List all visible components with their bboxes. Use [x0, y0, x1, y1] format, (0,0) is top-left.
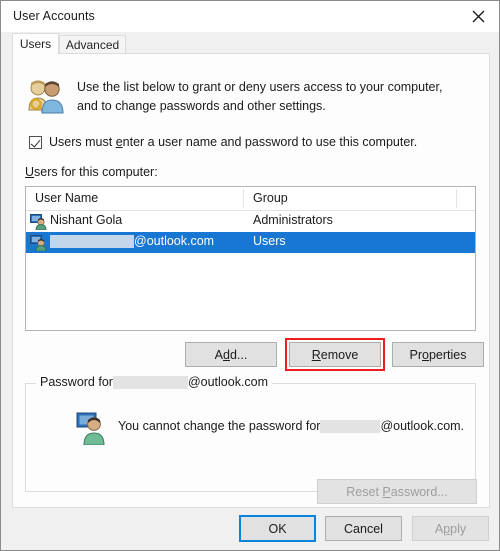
window-title: User Accounts [13, 9, 95, 23]
tab-advanced[interactable]: Advanced [59, 35, 126, 54]
redacted-username [50, 234, 134, 248]
table-row[interactable]: @outlook.com Users [26, 232, 475, 253]
column-header-group[interactable]: Group [253, 191, 288, 205]
user-accounts-dialog: User Accounts Advanced Users Use the lis… [0, 0, 500, 551]
properties-button-label: Properties [410, 348, 467, 362]
apply-label-before: A [434, 521, 444, 536]
redacted-username [112, 375, 188, 389]
users-list-label-rest: sers for this computer: [34, 165, 158, 179]
reset-password-button[interactable]: Reset Password... [317, 479, 477, 504]
remove-button-label: Remove [312, 348, 359, 362]
add-label-after: d... [229, 347, 248, 362]
tab-advanced-label: Advanced [65, 37, 120, 52]
add-label-accel: d [223, 347, 230, 362]
properties-label-accel: o [422, 347, 429, 362]
tab-users[interactable]: Users [12, 33, 59, 54]
require-password-checkbox-row[interactable]: Users must enter a user name and passwor… [29, 135, 417, 149]
apply-label-after: ply [450, 521, 467, 536]
description-line-1: Use the list below to grant or deny user… [77, 80, 443, 94]
properties-label-before: Pr [409, 347, 423, 362]
password-message-before: You cannot change the password for [118, 419, 321, 433]
apply-button-label: Apply [435, 522, 466, 536]
title-bar: User Accounts [1, 1, 499, 33]
tab-users-label: Users [19, 37, 52, 51]
users-list-label: Users for this computer: [25, 165, 158, 179]
row-user-name-suffix: @outlook.com [134, 234, 215, 248]
column-separator-1[interactable] [243, 189, 244, 208]
add-label-before: A [214, 347, 223, 362]
description-text: Use the list below to grant or deny user… [77, 78, 467, 116]
password-message-after: @outlook.com. [380, 419, 465, 433]
properties-label-after: perties [428, 347, 467, 362]
cancel-button-label: Cancel [344, 521, 383, 536]
password-legend-after: @outlook.com [187, 375, 269, 389]
listview-header: User Name Group [26, 187, 475, 211]
close-icon [472, 10, 485, 23]
checkbox-label-accel: e [115, 135, 123, 149]
password-legend-before: Password for [40, 375, 113, 389]
row-user-name: @outlook.com [50, 234, 214, 248]
users-key-icon [25, 77, 65, 115]
checkbox-label-after: nter a user name and password to use thi… [122, 135, 418, 149]
users-tab-panel: Use the list below to grant or deny user… [12, 53, 490, 508]
row-group: Users [253, 234, 286, 248]
add-button[interactable]: Add... [185, 342, 277, 367]
ok-button-label: OK [268, 521, 287, 536]
reset-label-after: assword... [390, 484, 448, 499]
close-button[interactable] [455, 1, 499, 31]
user-monitor-icon [76, 412, 110, 446]
row-group: Administrators [253, 213, 333, 227]
require-password-label: Users must enter a user name and passwor… [49, 135, 417, 149]
remove-button[interactable]: Remove [289, 342, 381, 367]
remove-label-accel: R [311, 347, 321, 362]
remove-label-after: emove [320, 347, 359, 362]
password-group-box: Password for @outlook.com You cannot cha… [25, 375, 477, 504]
users-list-label-accel: U [25, 165, 35, 179]
column-separator-2[interactable] [456, 189, 457, 208]
require-password-checkbox[interactable] [29, 135, 42, 149]
cancel-button[interactable]: Cancel [325, 516, 402, 541]
reset-password-label: Reset Password... [346, 485, 447, 499]
reset-label-accel: P [382, 484, 391, 499]
users-listview[interactable]: User Name Group Nishant Gola Administrat… [25, 186, 476, 331]
dialog-footer: OK Cancel Apply [1, 508, 499, 550]
ok-button[interactable]: OK [239, 515, 316, 542]
add-button-label: Add... [215, 348, 248, 362]
table-row[interactable]: Nishant Gola Administrators [26, 211, 475, 232]
user-account-icon [30, 234, 47, 252]
description-line-2: and to change passwords and other settin… [77, 99, 326, 113]
row-user-name: Nishant Gola [50, 213, 123, 227]
password-message: You cannot change the password for @outl… [118, 419, 464, 433]
reset-label-before: Reset [346, 484, 383, 499]
tab-strip: Advanced Users [1, 32, 499, 54]
redacted-username [320, 419, 381, 433]
properties-button[interactable]: Properties [392, 342, 484, 367]
password-group-legend: Password for @outlook.com [36, 375, 273, 389]
column-header-user-name[interactable]: User Name [35, 191, 98, 205]
apply-button[interactable]: Apply [412, 516, 489, 541]
user-account-icon [30, 213, 47, 231]
checkbox-label-before: Users must [49, 135, 116, 149]
